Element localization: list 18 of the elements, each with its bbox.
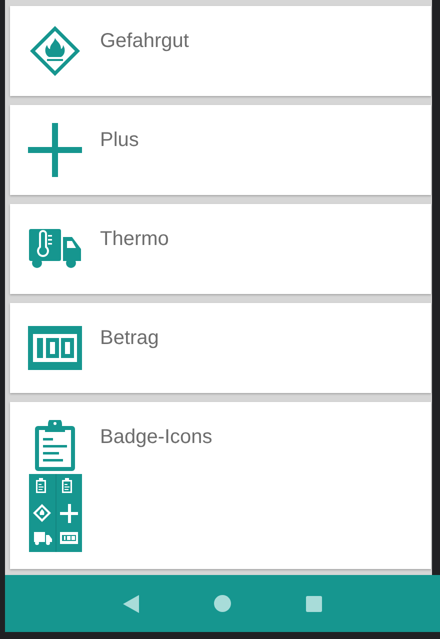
item-label: Plus (100, 129, 139, 152)
list-card[interactable]: Thermo (10, 204, 431, 294)
item-label: Gefahrgut (100, 30, 189, 53)
back-icon[interactable] (122, 594, 139, 612)
list-card[interactable]: Betrag (10, 303, 431, 393)
counter-icon (28, 326, 82, 370)
item-label: Thermo (100, 228, 169, 251)
home-icon[interactable] (214, 595, 231, 612)
list-card[interactable]: Badge-Icons (10, 402, 431, 569)
flame-diamond-icon (28, 24, 82, 78)
item-label: Betrag (100, 327, 159, 350)
thermometer-truck-icon (28, 229, 82, 269)
plus-icon (28, 123, 82, 177)
list-card[interactable]: Plus (10, 105, 431, 195)
recents-icon[interactable] (306, 596, 322, 612)
list-card[interactable]: Gefahrgut (10, 6, 431, 96)
item-label: Badge-Icons (100, 426, 212, 449)
clipboard-icon (34, 420, 76, 472)
